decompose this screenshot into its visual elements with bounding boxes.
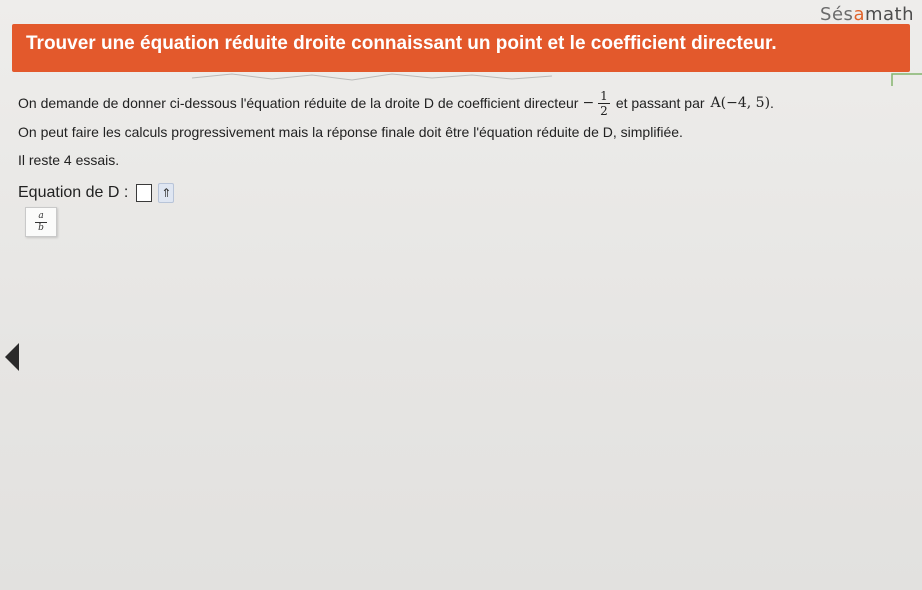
fraction-button-num: a <box>35 211 47 223</box>
decorative-graph-strip <box>191 73 922 86</box>
statement-line-2: On peut faire les calculs progressivemen… <box>18 124 683 140</box>
answer-row: Equation de D : ⇑ <box>18 180 898 206</box>
attempts-remaining: Il reste 4 essais. <box>18 152 120 168</box>
point-A: A(−4, 5) <box>710 95 771 111</box>
keyboard-toggle-icon[interactable]: ⇑ <box>158 183 175 203</box>
exercise-header: Trouver une équation réduite droite conn… <box>12 24 910 72</box>
fraction-button-den: b <box>38 222 44 233</box>
exercise-page: Sésamath Trouver une équation réduite dr… <box>0 0 922 590</box>
coefficient-fraction: 1 2 <box>598 90 610 117</box>
exercise-content: On demande de donner ci-dessous l'équati… <box>18 88 898 206</box>
logo-part-2: a <box>853 4 865 25</box>
minus-sign: − <box>582 95 595 111</box>
answer-input[interactable] <box>136 184 153 202</box>
statement-intro: On demande de donner ci-dessous l'équati… <box>18 95 579 111</box>
fraction-numerator: 1 <box>598 88 610 104</box>
statement-period: . <box>770 95 774 111</box>
logo-part-1: Sés <box>820 4 854 25</box>
statement-middle: et passant par <box>615 95 705 111</box>
left-arrow-icon[interactable] <box>5 343 19 371</box>
answer-label: Equation de D : <box>18 184 129 201</box>
fraction-denominator: 2 <box>600 103 608 118</box>
logo-part-3: math <box>864 4 914 25</box>
statement-line-1: On demande de donner ci-dessous l'équati… <box>18 88 898 118</box>
sesamath-logo: Sésamath <box>820 4 914 25</box>
fraction-button[interactable]: a b <box>25 207 57 237</box>
exercise-title: Trouver une équation réduite droite conn… <box>26 33 777 54</box>
